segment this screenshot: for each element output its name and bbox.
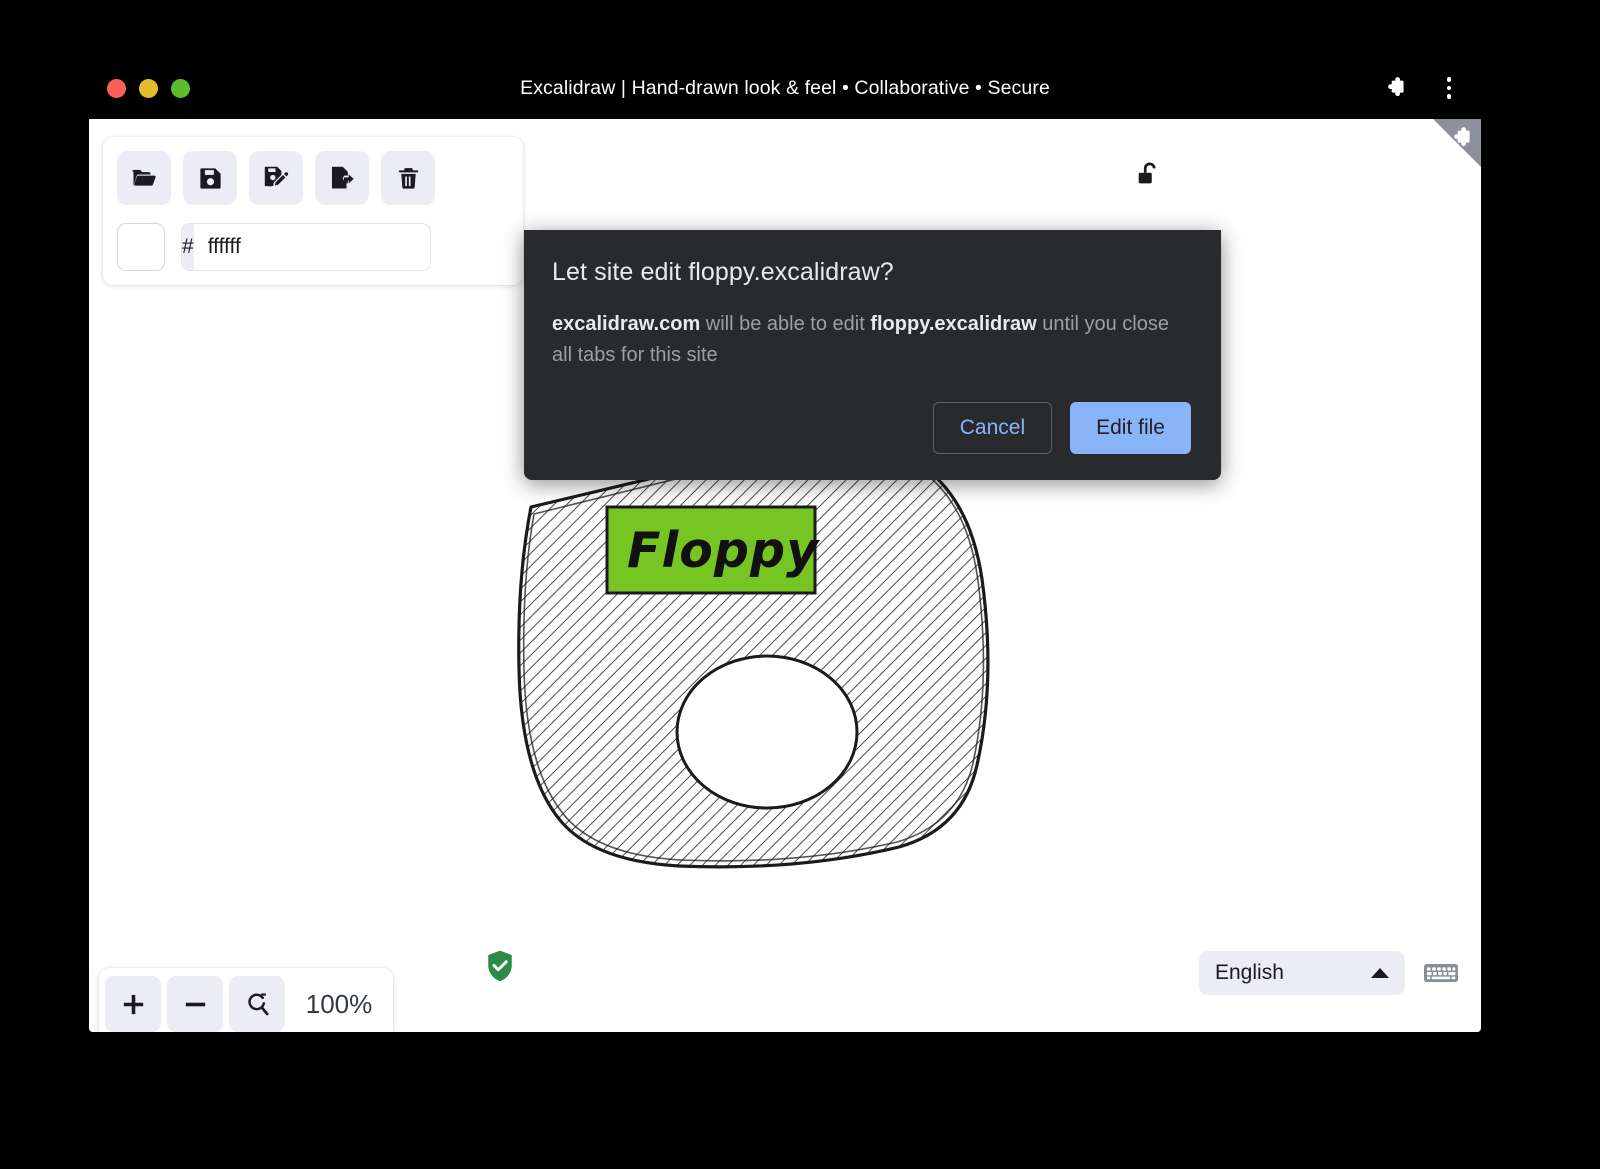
plus-icon [120, 991, 147, 1018]
export-icon [328, 164, 356, 192]
browser-window: Excalidraw | Hand-drawn look & feel • Co… [89, 57, 1481, 1032]
file-action-row [103, 151, 523, 205]
background-color-row: # [103, 205, 523, 271]
excalidraw-viewport: Floppy [89, 119, 1481, 1032]
cancel-button[interactable]: Cancel [933, 402, 1052, 454]
encrypted-shield-icon[interactable] [485, 949, 515, 988]
export-file-button[interactable] [315, 151, 369, 205]
browser-titlebar-actions [1383, 75, 1460, 101]
trash-icon [395, 165, 422, 192]
minus-icon [182, 991, 209, 1018]
keyboard-shortcuts-button[interactable] [1419, 957, 1463, 989]
dialog-action-row: Cancel Edit file [552, 402, 1191, 454]
window-maximize-button[interactable] [171, 79, 190, 98]
window-minimize-button[interactable] [139, 79, 158, 98]
dialog-origin: excalidraw.com [552, 313, 700, 335]
hex-color-input[interactable] [194, 224, 431, 270]
unlocked-padlock-icon [1136, 160, 1163, 190]
folder-open-icon [130, 164, 158, 192]
dialog-body-text: excalidraw.com will be able to edit flop… [552, 309, 1191, 370]
reset-zoom-icon [244, 991, 271, 1018]
floppy-save-icon [197, 165, 224, 192]
keyboard-icon [1423, 960, 1459, 986]
edit-file-button[interactable]: Edit file [1070, 402, 1191, 454]
browser-title-bar: Excalidraw | Hand-drawn look & feel • Co… [89, 57, 1481, 119]
desktop-background: Excalidraw | Hand-drawn look & feel • Co… [0, 0, 1600, 1169]
window-traffic-lights [107, 79, 190, 98]
language-select[interactable]: English [1199, 951, 1405, 995]
zoom-controls-island: 100% [99, 968, 393, 1032]
caret-up-icon [1371, 968, 1389, 978]
save-as-file-button[interactable] [249, 151, 303, 205]
zoom-in-button[interactable] [105, 976, 161, 1032]
excalidraw-menu-island: # [103, 137, 523, 285]
zoom-out-button[interactable] [167, 976, 223, 1032]
dialog-title: Let site edit floppy.excalidraw? [552, 258, 1191, 287]
file-permission-dialog: Let site edit floppy.excalidraw? excalid… [524, 230, 1221, 480]
save-file-button[interactable] [183, 151, 237, 205]
dialog-file-name: floppy.excalidraw [870, 313, 1036, 335]
bottom-right-controls: English [1199, 951, 1463, 995]
reset-canvas-button[interactable] [381, 151, 435, 205]
extensions-icon[interactable] [1383, 75, 1409, 101]
reset-zoom-button[interactable] [229, 976, 285, 1032]
dialog-mid-text: will be able to edit [700, 313, 870, 335]
window-close-button[interactable] [107, 79, 126, 98]
hex-color-field: # [181, 223, 431, 271]
language-selected-label: English [1215, 961, 1284, 985]
open-file-button[interactable] [117, 151, 171, 205]
save-as-icon [262, 164, 290, 192]
browser-menu-icon[interactable] [1439, 75, 1460, 101]
color-swatch-preview[interactable] [117, 223, 165, 271]
zoom-level-label[interactable]: 100% [291, 989, 387, 1020]
canvas-lock-button[interactable] [1125, 151, 1173, 199]
page-title: Excalidraw | Hand-drawn look & feel • Co… [89, 77, 1481, 100]
hex-prefix-label: # [182, 224, 194, 270]
